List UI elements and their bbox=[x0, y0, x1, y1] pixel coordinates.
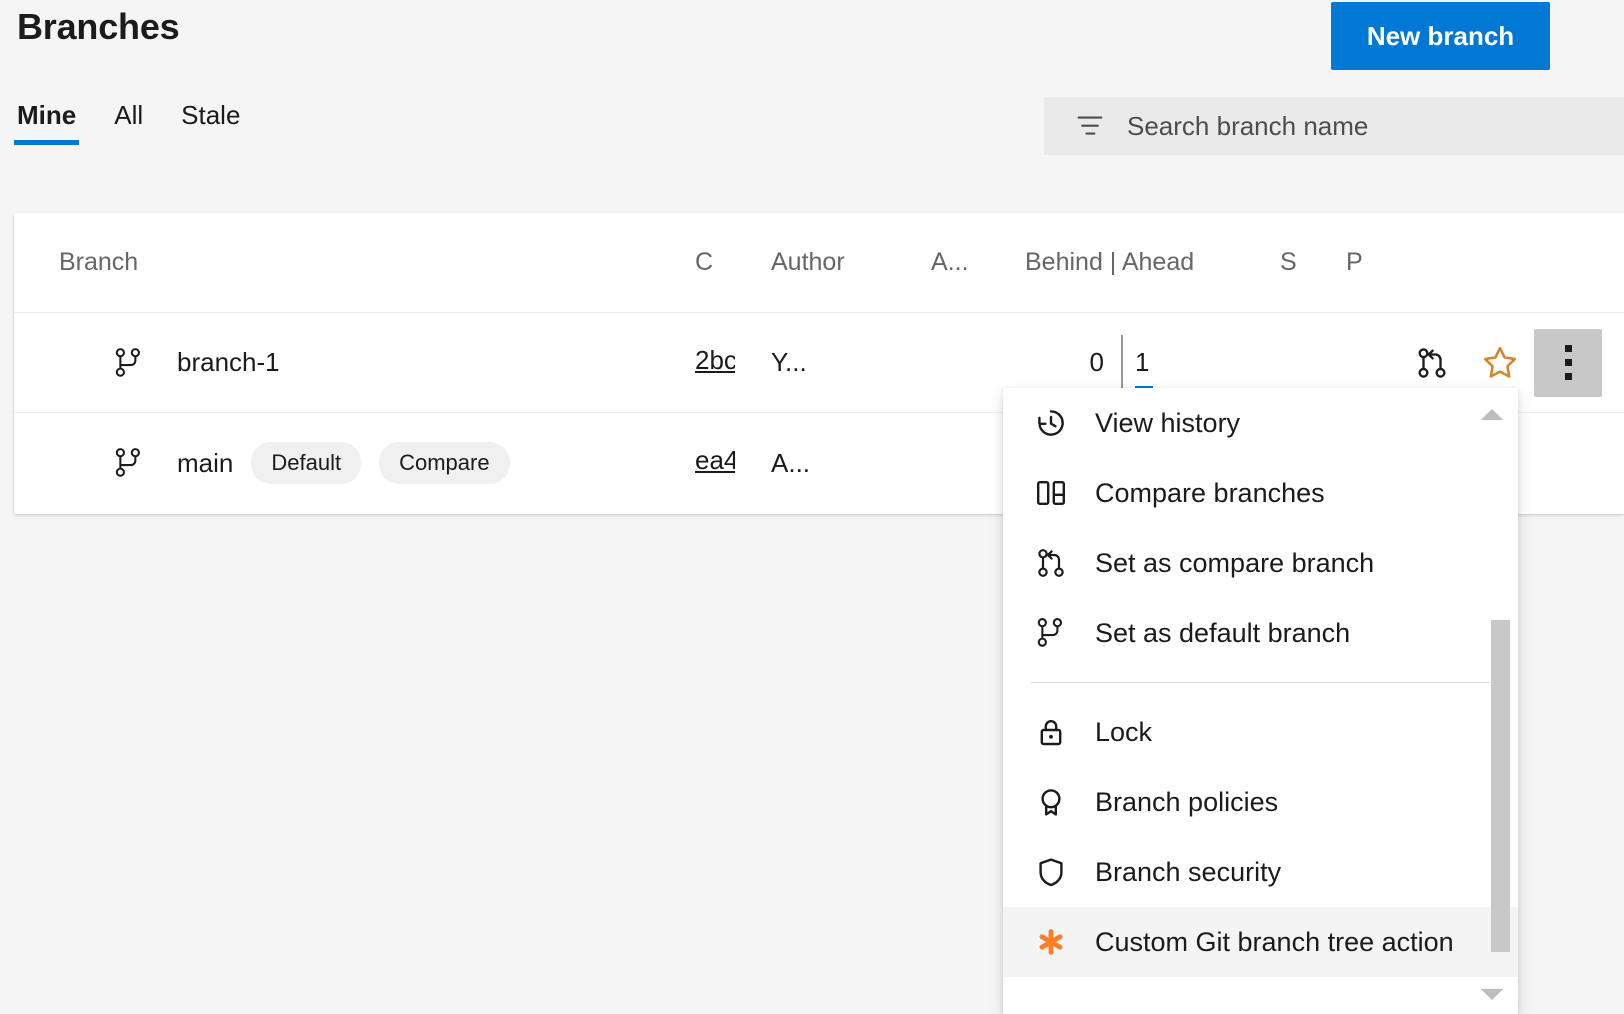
filter-icon bbox=[1076, 112, 1104, 140]
branch-context-menu: View history Compare branches bbox=[1003, 388, 1518, 1014]
favorite-star-icon[interactable] bbox=[1466, 329, 1534, 397]
page-title: Branches bbox=[17, 6, 179, 48]
tab-stale[interactable]: Stale bbox=[178, 100, 243, 145]
menu-item-label: View history bbox=[1095, 408, 1240, 439]
menu-item-set-as-compare-branch[interactable]: Set as compare branch bbox=[1003, 528, 1518, 598]
branch-icon bbox=[114, 347, 144, 379]
branches-page: Branches New branch Mine All Stale Searc… bbox=[0, 0, 1624, 1014]
author-value: Y... bbox=[771, 347, 807, 378]
menu-item-branch-security[interactable]: Branch security bbox=[1003, 837, 1518, 907]
asterisk-icon bbox=[1033, 924, 1069, 960]
default-badge[interactable]: Default bbox=[251, 442, 361, 484]
shield-icon bbox=[1033, 854, 1069, 890]
branch-name[interactable]: branch-1 bbox=[177, 347, 280, 378]
menu-item-label: Set as default branch bbox=[1095, 618, 1350, 649]
policies-ribbon-icon bbox=[1033, 784, 1069, 820]
pivot-tabs: Mine All Stale bbox=[14, 100, 243, 145]
branch-name[interactable]: main bbox=[177, 448, 233, 479]
column-header-authored-date[interactable]: A... bbox=[931, 248, 969, 277]
behind-ahead-cell: 0 1 bbox=[1074, 331, 1153, 395]
search-input-placeholder[interactable]: Search branch name bbox=[1127, 111, 1368, 142]
column-header-author[interactable]: Author bbox=[771, 248, 845, 277]
more-actions-icon[interactable] bbox=[1534, 329, 1602, 397]
commit-link[interactable]: 2bc bbox=[695, 345, 735, 381]
branch-icon bbox=[114, 447, 144, 479]
menu-item-custom-git-branch-tree-action[interactable]: Custom Git branch tree action bbox=[1003, 907, 1518, 977]
menu-item-label: Branch security bbox=[1095, 857, 1281, 888]
menu-item-branch-policies[interactable]: Branch policies bbox=[1003, 767, 1518, 837]
ellipsis-icon bbox=[1565, 345, 1572, 380]
history-icon bbox=[1033, 405, 1069, 441]
set-default-branch-icon bbox=[1033, 615, 1069, 651]
tab-all[interactable]: All bbox=[111, 100, 146, 145]
branch-cell: main Default Compare bbox=[114, 442, 510, 484]
branch-cell: branch-1 bbox=[114, 347, 280, 379]
set-compare-branch-icon bbox=[1033, 545, 1069, 581]
menu-item-label: Set as compare branch bbox=[1095, 548, 1374, 579]
column-header-branch[interactable]: Branch bbox=[59, 248, 138, 277]
menu-item-label: Lock bbox=[1095, 717, 1152, 748]
column-header-commit[interactable]: C bbox=[695, 248, 713, 277]
column-header-status[interactable]: S bbox=[1280, 248, 1297, 277]
menu-separator bbox=[1031, 682, 1490, 683]
ahead-count: 1 bbox=[1123, 347, 1153, 378]
author-value: A... bbox=[771, 448, 810, 479]
chevron-up-icon[interactable] bbox=[1478, 406, 1506, 422]
compare-badge[interactable]: Compare bbox=[379, 442, 509, 484]
chevron-down-icon[interactable] bbox=[1478, 986, 1506, 1002]
menu-item-lock[interactable]: Lock bbox=[1003, 697, 1518, 767]
menu-item-set-as-default-branch[interactable]: Set as default branch bbox=[1003, 598, 1518, 668]
menu-item-view-history[interactable]: View history bbox=[1003, 388, 1518, 458]
new-branch-button[interactable]: New branch bbox=[1331, 2, 1550, 70]
tab-mine[interactable]: Mine bbox=[14, 100, 79, 145]
compare-branches-icon bbox=[1033, 475, 1069, 511]
lock-icon bbox=[1033, 714, 1069, 750]
menu-item-label: Compare branches bbox=[1095, 478, 1325, 509]
column-header-behind-ahead[interactable]: Behind | Ahead bbox=[1025, 248, 1194, 277]
menu-item-compare-branches[interactable]: Compare branches bbox=[1003, 458, 1518, 528]
column-header-pull-request[interactable]: P bbox=[1346, 248, 1363, 277]
commit-link[interactable]: ea4 bbox=[695, 445, 735, 481]
table-header-row: Branch C Author A... Behind | Ahead S P bbox=[14, 213, 1624, 313]
menu-item-label: Custom Git branch tree action bbox=[1095, 927, 1454, 958]
behind-count: 0 bbox=[1074, 347, 1104, 378]
row-actions bbox=[1398, 329, 1602, 397]
menu-scrollbar-thumb[interactable] bbox=[1491, 620, 1510, 952]
create-pull-request-icon[interactable] bbox=[1398, 329, 1466, 397]
menu-item-label: Branch policies bbox=[1095, 787, 1278, 818]
search-branch-box[interactable]: Search branch name bbox=[1044, 97, 1624, 155]
